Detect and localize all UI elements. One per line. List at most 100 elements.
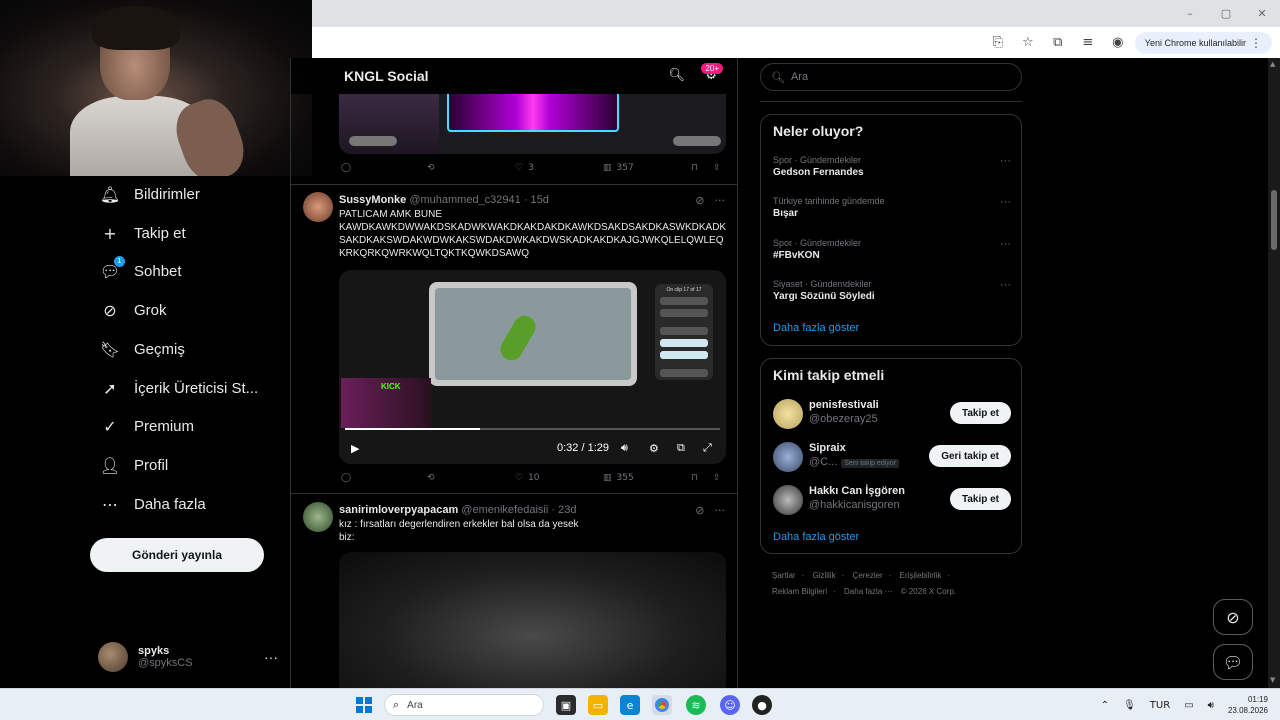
more-icon[interactable]: ··· (715, 504, 726, 517)
account-switcher[interactable]: spyks @spyksCS ··· (98, 642, 278, 672)
nav-bookmarks[interactable]: 🔖︎ Geçmiş (100, 334, 185, 364)
footer-link[interactable]: Daha fazla ··· (844, 587, 892, 596)
discord-icon[interactable]: ☺ (720, 695, 740, 715)
clock[interactable]: 01:19 23.08.2026 (1228, 694, 1268, 716)
more-icon[interactable]: ··· (1000, 196, 1011, 208)
start-button[interactable] (356, 697, 372, 713)
app-icon[interactable]: ● (752, 695, 772, 715)
play-icon[interactable]: ▶ (351, 442, 359, 455)
follow-button[interactable]: Takip et (949, 488, 1011, 510)
profile-icon[interactable]: ◉ (1105, 32, 1131, 54)
bookmark-icon[interactable]: ⊓ (691, 163, 698, 173)
nav-notifications[interactable]: 🔔︎ Bildirimler (100, 179, 200, 209)
grok-icon[interactable]: ⊘ (695, 504, 704, 517)
spotify-icon[interactable]: ≋ (686, 695, 706, 715)
volume-icon[interactable]: 🔊︎ (621, 441, 628, 455)
suggested-user[interactable]: penisfestivali @obezeray25 Takip et (773, 397, 1011, 429)
post-time[interactable]: · 23d (551, 504, 576, 516)
edge-icon[interactable]: e (620, 695, 640, 715)
more-icon[interactable]: ··· (1000, 155, 1011, 167)
reply-icon[interactable]: ◯ (341, 473, 351, 483)
repost-icon[interactable]: ⟲ (427, 473, 435, 483)
page-scrollbar[interactable]: ▲ ▼ (1268, 58, 1280, 688)
share-icon[interactable]: ⇪ (713, 473, 721, 483)
minimize-button[interactable]: – (1172, 0, 1208, 27)
suggested-user[interactable]: Hakkı Can İşgören @hakkicanisgoren Takip… (773, 483, 1011, 515)
settings-icon[interactable]: ⚙ (649, 442, 659, 455)
nav-more[interactable]: ⋯ Daha fazla (100, 489, 206, 519)
trend-item[interactable]: Spor · Gündemdekiler Gedson Fernandes ··… (773, 155, 1011, 178)
footer-link[interactable]: Şartlar (772, 571, 796, 580)
search-icon[interactable]: 🔍︎ (668, 68, 685, 83)
close-button[interactable]: ✕ (1244, 0, 1280, 27)
show-more-link[interactable]: Daha fazla göster (773, 531, 859, 543)
pip-icon[interactable]: ⧉ (677, 441, 685, 455)
footer-link[interactable]: Erişilebilirlik (900, 571, 942, 580)
more-icon[interactable]: ··· (1000, 238, 1011, 250)
suggested-user[interactable]: Sipraix @C... Seni takip ediyor Geri taki… (773, 440, 1011, 472)
scrollbar-thumb[interactable] (1271, 190, 1277, 250)
views-button[interactable]: ▥ 357 (603, 163, 634, 173)
network-icon[interactable]: ▭ (1184, 700, 1193, 711)
post-handle[interactable]: @emenikefedaisii (461, 504, 548, 516)
follow-back-button[interactable]: Geri takip et (929, 445, 1011, 467)
post-display-name[interactable]: SussyMonke (339, 194, 406, 206)
footer-link[interactable]: Gizlilik (812, 571, 835, 580)
grok-icon[interactable]: ⊘ (695, 194, 704, 207)
media-control-icon[interactable]: ≡ (1075, 32, 1101, 54)
footer-link[interactable]: Çerezler (852, 571, 882, 580)
nav-premium[interactable]: ✓ Premium (100, 411, 194, 441)
install-app-icon[interactable]: ⎘ (985, 32, 1011, 54)
post-button[interactable]: Gönderi yayınla (90, 538, 264, 572)
post-handle[interactable]: @muhammed_c32941 (409, 194, 520, 206)
repost-icon[interactable]: ⟲ (427, 163, 435, 173)
video-player[interactable]: On clip 17 of 17 KICK ▶ 0:32 / 1:29 🔊︎ ⚙… (339, 270, 726, 464)
footer-link[interactable]: Reklam Bilgileri (772, 587, 827, 596)
taskbar-search[interactable]: ⌕ Ara (384, 694, 544, 716)
views-button[interactable]: ▥ 355 (603, 473, 634, 483)
chevron-up-icon[interactable]: ⌃ (1101, 700, 1109, 711)
post-time[interactable]: · 15d (524, 194, 549, 206)
post[interactable]: sanirimloverpyapacam @emenikefedaisii · … (291, 502, 737, 552)
media-button[interactable] (349, 136, 397, 146)
maximize-button[interactable]: ▢ (1208, 0, 1244, 27)
chrome-menu-icon[interactable]: ⋮ (1250, 36, 1262, 50)
post-media-image[interactable] (339, 552, 726, 688)
file-explorer-icon[interactable]: ▭ (588, 695, 608, 715)
volume-icon[interactable]: 🔊︎ (1208, 700, 1214, 711)
nav-chat[interactable]: 💬︎ 1 Sohbet (100, 256, 182, 286)
task-view-icon[interactable]: ▣ (556, 695, 576, 715)
avatar[interactable] (303, 502, 333, 532)
microphone-icon[interactable]: 🎙︎ (1123, 700, 1136, 711)
messages-fab-icon[interactable]: 💬︎ (1213, 644, 1253, 680)
video-progress-bar[interactable] (345, 428, 720, 430)
nav-profile[interactable]: 👤︎ Profil (100, 450, 168, 480)
media-button[interactable] (673, 136, 721, 146)
show-more-link[interactable]: Daha fazla göster (773, 322, 859, 334)
bookmark-star-icon[interactable]: ☆ (1015, 32, 1041, 54)
like-button[interactable]: ♡ 3 (515, 163, 534, 173)
nav-creator-studio[interactable]: ➚ İçerik Üreticisi St... (100, 373, 258, 403)
trend-item[interactable]: Spor · Gündemdekiler #FBvKON ··· (773, 238, 1011, 261)
chrome-update-button[interactable]: Yeni Chrome kullanılabilir ⋮ (1134, 31, 1272, 54)
extensions-icon[interactable]: ⧉ (1045, 32, 1071, 54)
nav-grok[interactable]: ⊘ Grok (100, 295, 166, 325)
scroll-up-icon[interactable]: ▲ (1270, 60, 1275, 68)
post-display-name[interactable]: sanirimloverpyapacam (339, 504, 458, 516)
language-indicator[interactable]: TUR (1150, 700, 1170, 711)
share-icon[interactable]: ⇪ (713, 163, 721, 173)
avatar[interactable] (303, 192, 333, 222)
more-icon[interactable]: ··· (1000, 279, 1011, 291)
post-media-audio[interactable] (339, 94, 726, 154)
bookmark-icon[interactable]: ⊓ (691, 473, 698, 483)
scroll-down-icon[interactable]: ▼ (1270, 676, 1275, 684)
search-box[interactable]: 🔍︎ (760, 63, 1022, 91)
trend-item[interactable]: Siyaset · Gündemdekiler Yargı Sözünü Söy… (773, 279, 1011, 302)
like-button[interactable]: ♡ 10 (515, 473, 540, 483)
account-more-icon[interactable]: ··· (264, 649, 278, 665)
nav-follow[interactable]: + Takip et (100, 218, 185, 248)
chrome-icon[interactable] (652, 695, 672, 715)
follow-button[interactable]: Takip et (949, 402, 1011, 424)
search-input[interactable] (790, 71, 1011, 83)
grok-fab-icon[interactable]: ⊘ (1213, 599, 1253, 635)
